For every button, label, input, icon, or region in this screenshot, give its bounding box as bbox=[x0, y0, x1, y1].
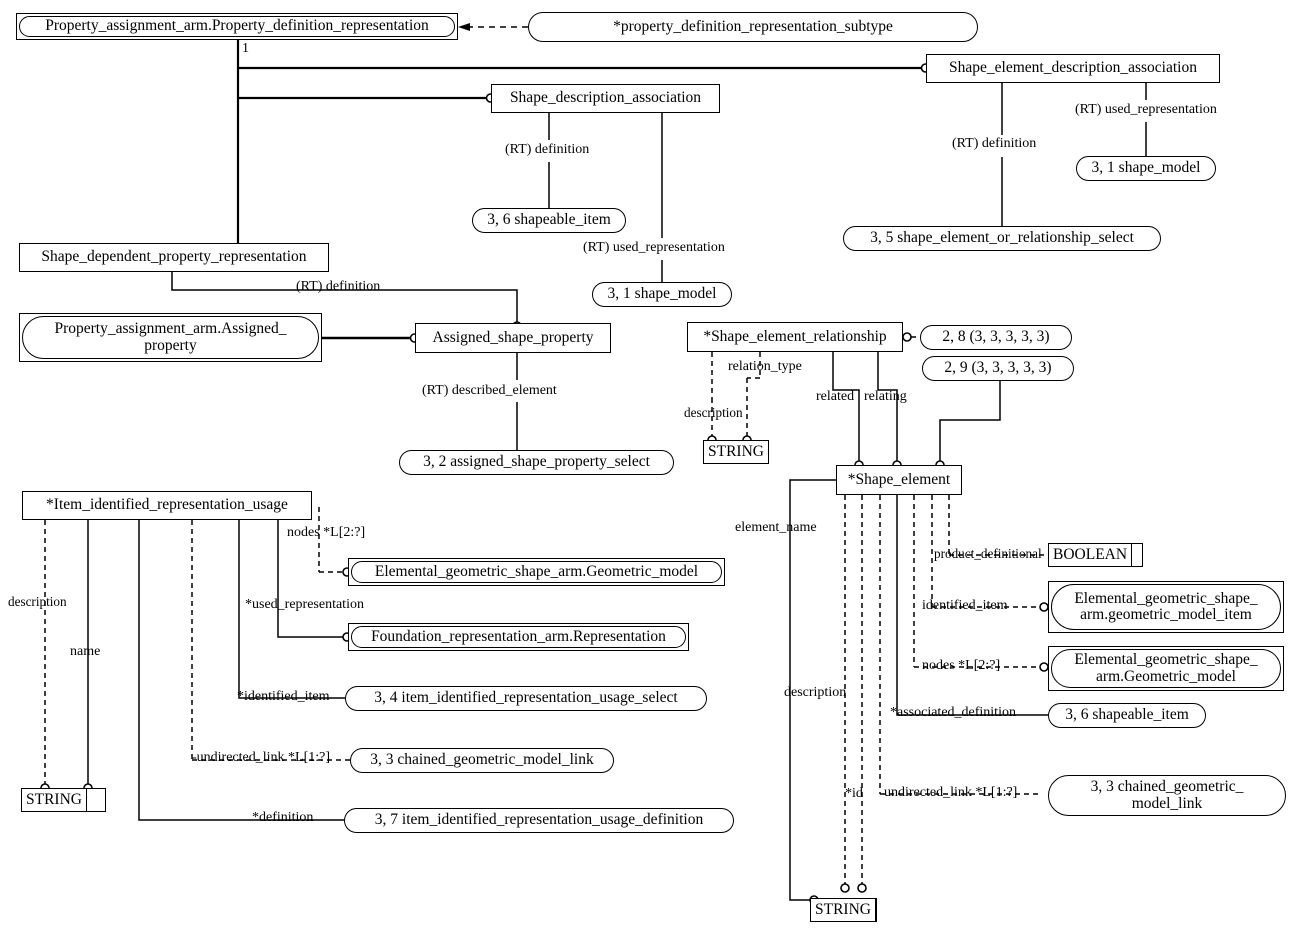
entity-assigned-property-label: Property_assignment_arm.Assigned_ proper… bbox=[22, 316, 319, 359]
type-string-relationship[interactable]: STRING bbox=[703, 440, 769, 464]
label-nodes-iiru: nodes *L[2:?] bbox=[287, 525, 366, 540]
type-string-relationship-label: STRING bbox=[708, 443, 764, 460]
entity-foundation-representation[interactable]: Foundation_representation_arm.Representa… bbox=[348, 623, 689, 651]
label-cardinality-one: 1 bbox=[242, 41, 249, 56]
label-undirected-link-iiru: -undirected_link *L[1:?] bbox=[192, 750, 331, 765]
select-item-identified-representation-usage-definition[interactable]: 3, 7 item_identified_representation_usag… bbox=[344, 808, 734, 833]
entity-assigned-shape-property[interactable]: Assigned_shape_property bbox=[415, 323, 611, 353]
type-tick-bar bbox=[767, 441, 769, 463]
label-id-shape-element: *id bbox=[845, 786, 863, 801]
type-string-bottom[interactable]: STRING bbox=[810, 898, 877, 922]
select-chained-geometric-model-link-right[interactable]: 3, 3 chained_geometric_ model_link bbox=[1048, 775, 1286, 816]
type-string-left[interactable]: STRING bbox=[21, 788, 106, 812]
pageref-2-9[interactable]: 2, 9 (3, 3, 3, 3, 3) bbox=[922, 356, 1074, 381]
entity-shape-element[interactable]: *Shape_element bbox=[836, 465, 962, 495]
entity-geometric-model-item-right[interactable]: Elemental_geometric_shape_ arm.geometric… bbox=[1048, 581, 1284, 633]
entity-shape-element-description-association[interactable]: Shape_element_description_association bbox=[926, 54, 1220, 83]
label-related: related bbox=[816, 389, 855, 404]
entity-foundation-representation-label: Foundation_representation_arm.Representa… bbox=[351, 626, 686, 648]
label-description-shape-element: description bbox=[784, 685, 847, 700]
label-identified-item-shape-element: identified_item bbox=[922, 598, 1008, 613]
select-shape-element-or-relationship-select[interactable]: 3, 5 shape_element_or_relationship_selec… bbox=[843, 226, 1161, 251]
entity-shape-element-relationship[interactable]: *Shape_element_relationship bbox=[687, 322, 903, 352]
label-relation-type: relation_type bbox=[728, 359, 802, 374]
entity-item-identified-representation-usage[interactable]: *Item_identified_representation_usage bbox=[22, 491, 312, 520]
label-rt-described-element: (RT) described_element bbox=[422, 383, 557, 398]
entity-geometric-model-item-right-label: Elemental_geometric_shape_ arm.geometric… bbox=[1051, 584, 1281, 630]
pageref-2-8[interactable]: 2, 8 (3, 3, 3, 3, 3) bbox=[920, 325, 1072, 350]
label-rt-used-representation-seda: (RT) used_representation bbox=[1075, 102, 1217, 117]
express-g-diagram: Property_assignment_arm.Property_definit… bbox=[0, 0, 1295, 933]
type-tick-bar bbox=[874, 899, 876, 921]
select-assigned-shape-property-select[interactable]: 3, 2 assigned_shape_property_select bbox=[399, 450, 674, 475]
pageref-shape-model-right[interactable]: 3, 1 shape_model bbox=[1076, 156, 1216, 181]
label-description-iiru: description bbox=[8, 594, 67, 609]
entity-property-definition-representation-label: Property_assignment_arm.Property_definit… bbox=[19, 16, 455, 37]
entity-geometric-model-right-label: Elemental_geometric_shape_ arm.Geometric… bbox=[1051, 649, 1281, 688]
label-nodes-shape-element: nodes *L[2:?] bbox=[922, 658, 1001, 673]
select-item-identified-representation-usage-select[interactable]: 3, 4 item_identified_representation_usag… bbox=[345, 686, 707, 711]
label-undirected-link-shape-element: undirected_link *L[1:?] bbox=[884, 785, 1018, 800]
type-string-left-label: STRING bbox=[26, 791, 82, 808]
type-boolean-right-label: BOOLEAN bbox=[1053, 546, 1128, 563]
type-tick-bar bbox=[85, 789, 96, 811]
label-identified-item-iiru: *identified_item bbox=[237, 689, 330, 704]
type-string-bottom-label: STRING bbox=[815, 901, 871, 918]
select-chained-geometric-model-link-left[interactable]: 3, 3 chained_geometric_model_link bbox=[350, 748, 614, 773]
entity-shape-description-association[interactable]: Shape_description_association bbox=[491, 84, 720, 113]
label-rt-definition-sdpr: (RT) definition bbox=[296, 279, 381, 294]
pageref-shape-model-mid[interactable]: 3, 1 shape_model bbox=[592, 282, 732, 307]
label-element-name: element_name bbox=[735, 520, 817, 535]
type-tick-bar bbox=[1131, 544, 1141, 566]
select-shapeable-item-right[interactable]: 3, 6 shapeable_item bbox=[1048, 703, 1206, 728]
label-used-representation-iiru: *used_representation bbox=[245, 597, 364, 612]
label-associated-definition: *associated_definition bbox=[890, 705, 1016, 720]
select-shapeable-item-top[interactable]: 3, 6 shapeable_item bbox=[472, 208, 626, 233]
label-rt-used-representation-sda: (RT) used_representation bbox=[583, 240, 725, 255]
type-boolean-right[interactable]: BOOLEAN bbox=[1048, 543, 1143, 567]
label-description-relationship: description bbox=[684, 405, 743, 420]
label-definition-iiru: *definition bbox=[252, 810, 314, 825]
select-property-definition-representation-subtype[interactable]: *property_definition_representation_subt… bbox=[528, 12, 978, 42]
entity-shape-dependent-property-representation[interactable]: Shape_dependent_property_representation bbox=[19, 243, 329, 272]
label-rt-definition-sda: (RT) definition bbox=[505, 142, 590, 157]
label-relating: relating bbox=[864, 389, 907, 404]
entity-geometric-model-right[interactable]: Elemental_geometric_shape_ arm.Geometric… bbox=[1048, 646, 1284, 691]
label-rt-definition-seda: (RT) definition bbox=[952, 136, 1037, 151]
entity-geometric-model-left-label: Elemental_geometric_shape_arm.Geometric_… bbox=[351, 561, 722, 583]
label-name-iiru: name bbox=[70, 644, 101, 659]
label-product-definitional: product_definitional bbox=[934, 546, 1042, 561]
entity-property-definition-representation[interactable]: Property_assignment_arm.Property_definit… bbox=[16, 13, 458, 40]
entity-geometric-model-left[interactable]: Elemental_geometric_shape_arm.Geometric_… bbox=[348, 558, 725, 586]
entity-assigned-property[interactable]: Property_assignment_arm.Assigned_ proper… bbox=[19, 313, 322, 362]
